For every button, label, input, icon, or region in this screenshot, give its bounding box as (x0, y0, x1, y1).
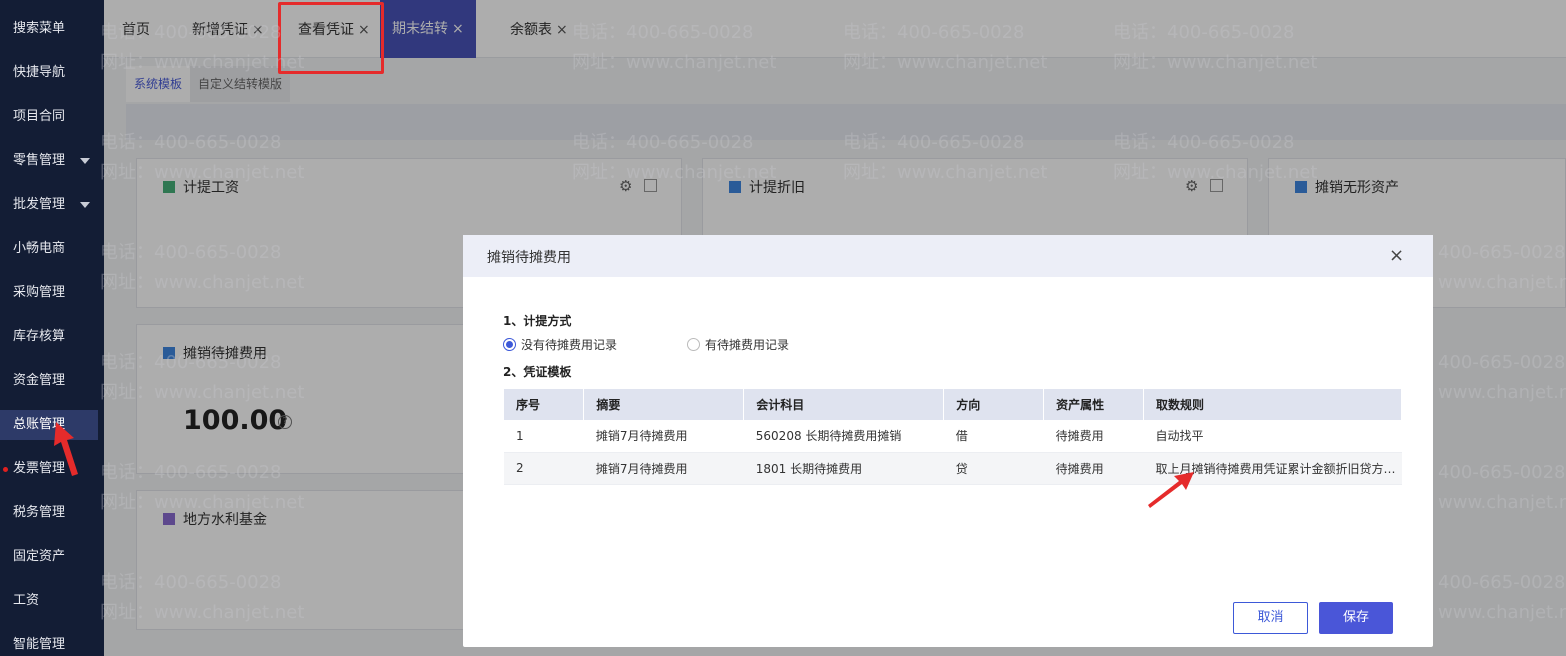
section-title-accrual-method: 1、计提方式 (503, 314, 572, 328)
cell-summary[interactable]: 摊销7月待摊费用 (583, 452, 744, 485)
chevron-down-icon (80, 158, 90, 164)
sidebar-item-payroll[interactable]: 工资 (0, 586, 104, 616)
table-row[interactable]: 1 摊销7月待摊费用 560208 长期待摊费用摊销 借 待摊费用 自动找平 (504, 420, 1402, 453)
cancel-button[interactable]: 取消 (1233, 602, 1308, 634)
column-header: 取数规则 (1143, 389, 1403, 420)
voucher-template-table: 序号 摘要 会计科目 方向 资产属性 取数规则 1 摊销7月待摊费用 56020… (504, 389, 1403, 485)
sidebar-item-ecommerce[interactable]: 小畅电商 (0, 234, 104, 264)
save-button[interactable]: 保存 (1319, 602, 1393, 634)
sidebar-item-fixed-assets[interactable]: 固定资产 (0, 542, 104, 572)
radio-label: 没有待摊费用记录 (521, 338, 618, 352)
sidebar-item-search-menu[interactable]: 搜索菜单 (0, 14, 104, 44)
column-header: 方向 (943, 389, 1045, 420)
amortize-prepaid-dialog: 摊销待摊费用 × 1、计提方式 没有待摊费用记录 有待摊费用记录 2、凭证模板 … (463, 235, 1433, 647)
sidebar-item-label: 快捷导航 (13, 65, 66, 80)
sidebar-item-tax[interactable]: 税务管理 (0, 498, 104, 528)
cell-asset-attribute[interactable]: 待摊费用 (1043, 420, 1144, 453)
sidebar-item-label: 发票管理 (13, 461, 66, 476)
dialog-title: 摊销待摊费用 (487, 250, 571, 266)
radio-checked-icon (503, 338, 516, 351)
radio-unchecked-icon (687, 338, 700, 351)
sidebar: 搜索菜单 快捷导航 项目合同 零售管理 批发管理 小畅电商 采购管理 库存核算 … (0, 0, 104, 656)
cell-fetch-rule[interactable]: 自动找平 (1143, 420, 1402, 453)
cell-direction[interactable]: 贷 (943, 452, 1044, 485)
sidebar-item-label: 智能管理 (13, 637, 66, 652)
sidebar-item-label: 工资 (13, 593, 40, 608)
sidebar-item-funds[interactable]: 资金管理 (0, 366, 104, 396)
chevron-down-icon (80, 202, 90, 208)
annotation-highlight-box (278, 2, 384, 74)
radio-label: 有待摊费用记录 (705, 338, 790, 352)
column-header: 序号 (504, 389, 585, 420)
sidebar-item-label: 资金管理 (13, 373, 66, 388)
sidebar-item-invoice[interactable]: 发票管理 (0, 454, 104, 484)
section-title-voucher-template: 2、凭证模板 (503, 365, 572, 379)
sidebar-item-label: 库存核算 (13, 329, 66, 344)
cell-account[interactable]: 1801 长期待摊费用 (743, 452, 944, 485)
cell-fetch-rule[interactable]: 取上月摊销待摊费用凭证累计金额折旧贷方… (1143, 452, 1402, 485)
cell-seq: 1 (504, 420, 584, 453)
cell-direction[interactable]: 借 (943, 420, 1044, 453)
table-header-row: 序号 摘要 会计科目 方向 资产属性 取数规则 (504, 389, 1403, 420)
cell-summary[interactable]: 摊销7月待摊费用 (583, 420, 744, 453)
cell-seq: 2 (504, 452, 584, 485)
sidebar-item-project-contract[interactable]: 项目合同 (0, 102, 104, 132)
notification-dot (3, 467, 8, 472)
sidebar-item-smart[interactable]: 智能管理 (0, 630, 104, 656)
sidebar-item-purchase[interactable]: 采购管理 (0, 278, 104, 308)
radio-no-prepaid-records[interactable]: 没有待摊费用记录 (503, 336, 617, 353)
sidebar-item-label: 小畅电商 (13, 241, 66, 256)
sidebar-item-label: 税务管理 (13, 505, 66, 520)
column-header: 资产属性 (1043, 389, 1144, 420)
column-header: 会计科目 (743, 389, 945, 420)
sidebar-item-label: 批发管理 (13, 197, 66, 212)
sidebar-item-wholesale[interactable]: 批发管理 (0, 190, 104, 220)
dialog-header: 摊销待摊费用 × (463, 235, 1433, 277)
cell-asset-attribute[interactable]: 待摊费用 (1043, 452, 1144, 485)
sidebar-item-retail[interactable]: 零售管理 (0, 146, 104, 176)
cell-account[interactable]: 560208 长期待摊费用摊销 (743, 420, 944, 453)
radio-has-prepaid-records[interactable]: 有待摊费用记录 (687, 336, 789, 353)
sidebar-item-general-ledger[interactable]: 总账管理 (0, 410, 98, 440)
table-row[interactable]: 2 摊销7月待摊费用 1801 长期待摊费用 贷 待摊费用 取上月摊销待摊费用凭… (504, 452, 1402, 485)
sidebar-item-label: 搜索菜单 (13, 21, 66, 36)
sidebar-item-inventory[interactable]: 库存核算 (0, 322, 104, 352)
sidebar-item-label: 采购管理 (13, 285, 66, 300)
sidebar-item-label: 项目合同 (13, 109, 66, 124)
sidebar-item-label: 总账管理 (13, 417, 66, 432)
sidebar-item-label: 固定资产 (13, 549, 66, 564)
column-header: 摘要 (583, 389, 745, 420)
sidebar-item-quick-nav[interactable]: 快捷导航 (0, 58, 104, 88)
close-icon[interactable]: × (1389, 245, 1404, 266)
sidebar-item-label: 零售管理 (13, 153, 66, 168)
